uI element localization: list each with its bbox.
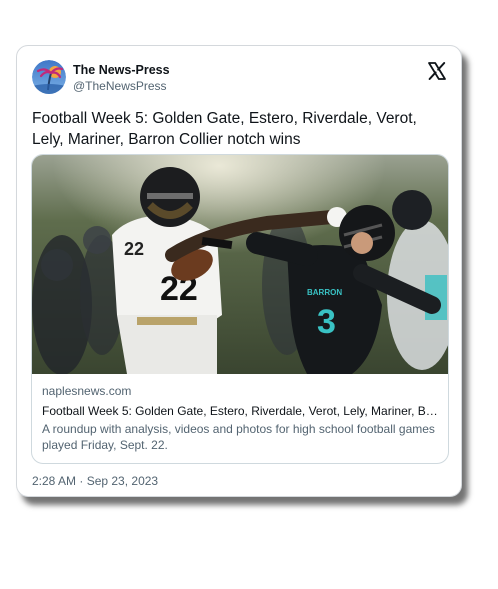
link-domain: naplesnews.com bbox=[42, 384, 132, 398]
author-handle[interactable]: @TheNewsPress bbox=[73, 78, 170, 94]
tweet-card[interactable]: The News-Press @TheNewsPress Football We… bbox=[16, 45, 462, 497]
jersey-number-right: 3 bbox=[317, 303, 336, 341]
palm-tree-logo-icon bbox=[32, 60, 66, 94]
tweet-timestamp[interactable]: 2:28 AM · Sep 23, 2023 bbox=[32, 474, 158, 488]
author-info[interactable]: The News-Press @TheNewsPress bbox=[73, 62, 170, 94]
football-photo[interactable]: 22 22 BARRON 3 bbox=[32, 155, 448, 374]
avatar[interactable] bbox=[32, 60, 66, 94]
link-description: A roundup with analysis, videos and phot… bbox=[42, 422, 435, 452]
author-name[interactable]: The News-Press bbox=[73, 62, 170, 78]
tweet-header: The News-Press @TheNewsPress bbox=[32, 60, 447, 96]
link-title[interactable]: Football Week 5: Golden Gate, Estero, Ri… bbox=[42, 402, 438, 420]
link-preview-card[interactable]: 22 22 BARRON 3 naplesnews.com Football W… bbox=[31, 154, 449, 464]
x-logo-icon[interactable] bbox=[427, 61, 447, 81]
helmet-logo-text: BARRON bbox=[307, 288, 342, 297]
jersey-number-left: 22 bbox=[124, 239, 144, 259]
tweet-text: Football Week 5: Golden Gate, Estero, Ri… bbox=[32, 110, 417, 148]
link-info: naplesnews.com Football Week 5: Golden G… bbox=[42, 383, 438, 453]
